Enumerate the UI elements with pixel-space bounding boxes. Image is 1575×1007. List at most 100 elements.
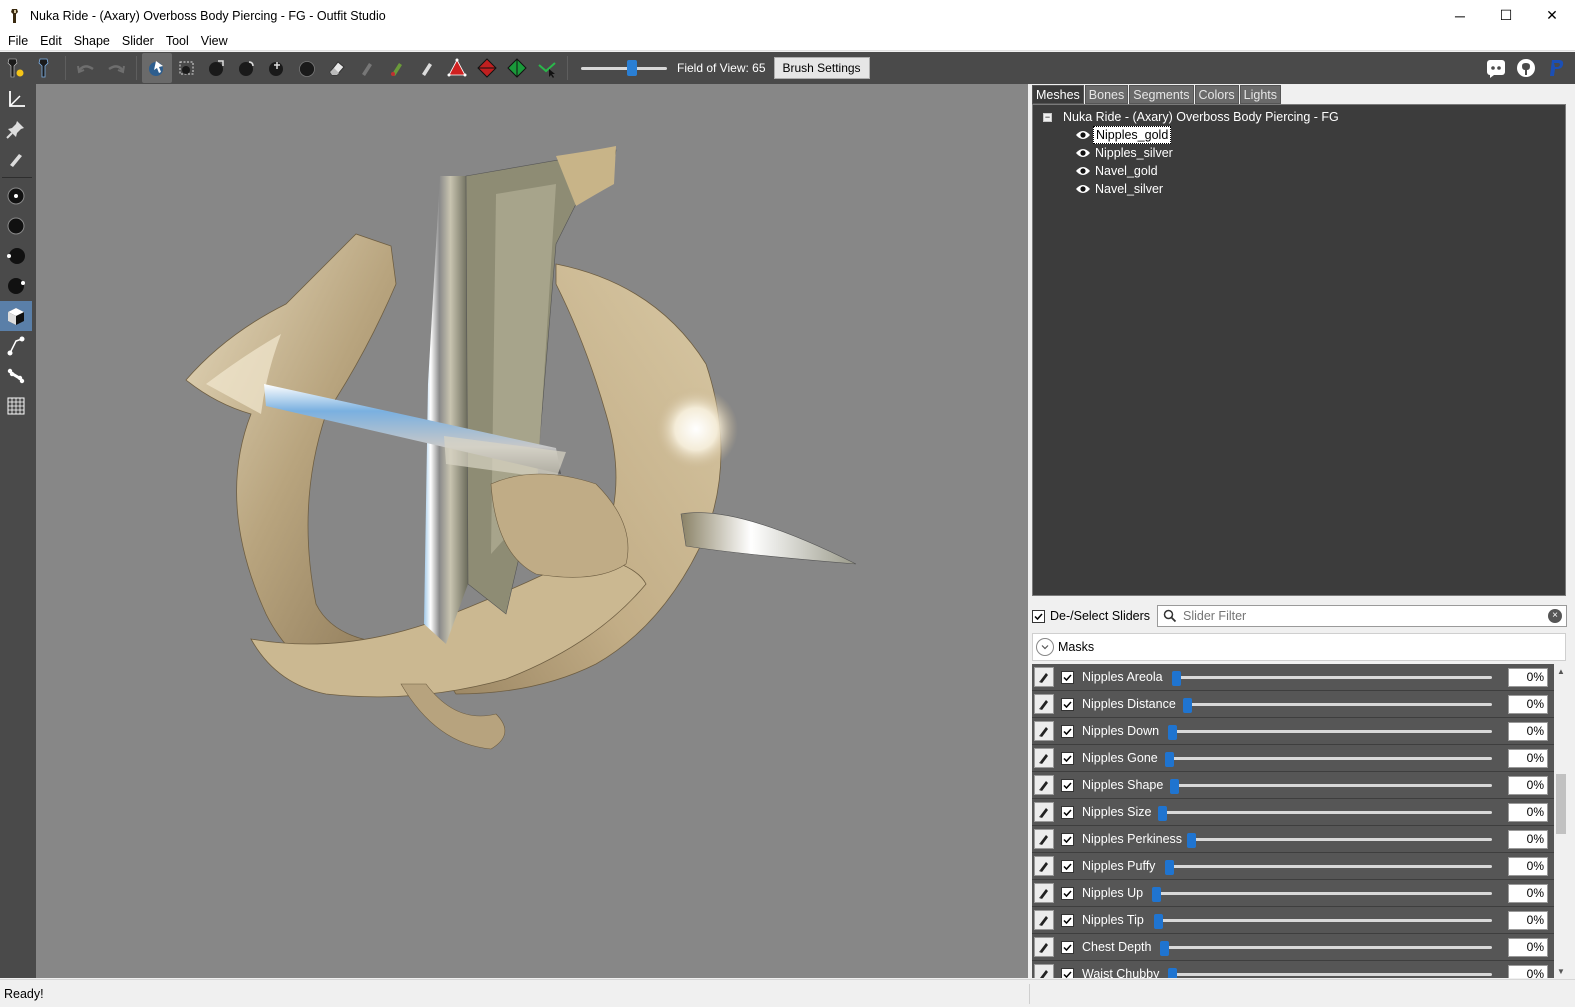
slider-enable-checkbox[interactable]	[1061, 832, 1074, 846]
menu-slider[interactable]: Slider	[116, 31, 160, 51]
flip-edge-button[interactable]	[472, 53, 502, 83]
move-brush-button[interactable]	[262, 53, 292, 83]
slider-value[interactable]: 0%	[1508, 938, 1548, 957]
deselect-sliders-checkbox[interactable]	[1032, 609, 1045, 623]
slider-enable-checkbox[interactable]	[1061, 913, 1074, 927]
tab-colors[interactable]: Colors	[1194, 85, 1239, 104]
slider-track[interactable]	[1165, 757, 1492, 760]
edit-slider-button[interactable]	[1034, 856, 1054, 876]
mask-brush-button[interactable]	[172, 53, 202, 83]
deflate-brush-button[interactable]	[232, 53, 262, 83]
visibility-eye-icon[interactable]	[1075, 183, 1091, 195]
slider-value[interactable]: 0%	[1508, 695, 1548, 714]
clear-filter-icon[interactable]: ×	[1548, 609, 1562, 623]
paypal-button[interactable]	[1541, 53, 1571, 83]
mesh-item-navel-silver[interactable]: Navel_silver	[1075, 180, 1165, 198]
scroll-up-arrow-icon[interactable]: ▲	[1554, 664, 1568, 678]
tab-segments[interactable]: Segments	[1129, 85, 1194, 104]
slider-thumb[interactable]	[1165, 752, 1174, 767]
smooth-brush-button[interactable]	[292, 53, 322, 83]
edit-slider-button[interactable]	[1034, 829, 1054, 849]
edit-slider-button[interactable]	[1034, 775, 1054, 795]
edit-slider-button[interactable]	[1034, 667, 1054, 687]
slider-thumb[interactable]	[1187, 833, 1196, 848]
minimize-button[interactable]: ─	[1437, 0, 1483, 31]
pivot-tool-button[interactable]	[0, 114, 32, 144]
3d-viewport[interactable]	[36, 84, 1028, 978]
edit-slider-button[interactable]	[1034, 937, 1054, 957]
slider-filter-input[interactable]	[1183, 609, 1533, 623]
github-button[interactable]	[1511, 53, 1541, 83]
select-tool-button[interactable]	[142, 53, 172, 83]
slider-enable-checkbox[interactable]	[1061, 940, 1074, 954]
tab-bones[interactable]: Bones	[1084, 85, 1129, 104]
new-project-button[interactable]	[0, 53, 30, 83]
visibility-eye-icon[interactable]	[1075, 165, 1091, 177]
slider-enable-checkbox[interactable]	[1061, 967, 1074, 978]
slider-enable-checkbox[interactable]	[1061, 805, 1074, 819]
color-brush-button[interactable]	[382, 53, 412, 83]
mesh-tree-root[interactable]: − Nuka Ride - (Axary) Overboss Body Pier…	[1043, 108, 1339, 126]
edit-slider-button[interactable]	[1034, 721, 1054, 741]
slider-track[interactable]	[1152, 892, 1492, 895]
slider-value[interactable]: 0%	[1508, 965, 1548, 978]
slider-thumb[interactable]	[1154, 914, 1163, 929]
slider-list-scrollbar[interactable]: ▲ ▼	[1554, 664, 1568, 978]
slider-track[interactable]	[1168, 730, 1492, 733]
edit-slider-button[interactable]	[1034, 694, 1054, 714]
edit-slider-button[interactable]	[1034, 910, 1054, 930]
menu-shape[interactable]: Shape	[68, 31, 116, 51]
edit-slider-button[interactable]	[1034, 964, 1054, 978]
slider-enable-checkbox[interactable]	[1061, 697, 1074, 711]
visibility-eye-icon[interactable]	[1075, 147, 1091, 159]
weight-brush-button[interactable]	[352, 53, 382, 83]
mesh-item-nipples-silver[interactable]: Nipples_silver	[1075, 144, 1175, 162]
menu-file[interactable]: File	[2, 31, 34, 51]
slider-value[interactable]: 0%	[1508, 857, 1548, 876]
slider-value[interactable]: 0%	[1508, 911, 1548, 930]
mesh-item-navel-gold[interactable]: Navel_gold	[1075, 162, 1160, 180]
menu-view[interactable]: View	[195, 31, 234, 51]
mesh-item-nipples-gold[interactable]: Nipples_gold	[1075, 126, 1172, 144]
slider-enable-checkbox[interactable]	[1061, 724, 1074, 738]
fov-slider-thumb[interactable]	[627, 60, 637, 76]
bone-weights-button[interactable]	[0, 331, 32, 361]
slider-thumb[interactable]	[1172, 671, 1181, 686]
slider-track[interactable]	[1183, 703, 1492, 706]
texture-toggle-button[interactable]	[0, 301, 32, 331]
discord-button[interactable]	[1481, 53, 1511, 83]
redo-button[interactable]	[101, 53, 131, 83]
slider-thumb[interactable]	[1152, 887, 1161, 902]
masks-group-header[interactable]: Masks	[1032, 633, 1566, 661]
slider-track[interactable]	[1187, 838, 1492, 841]
slider-value[interactable]: 0%	[1508, 803, 1548, 822]
show-vertices-button[interactable]	[0, 181, 32, 211]
edit-slider-button[interactable]	[1034, 748, 1054, 768]
lighting-button[interactable]	[0, 271, 32, 301]
tab-lights[interactable]: Lights	[1239, 85, 1281, 104]
slider-thumb[interactable]	[1168, 968, 1177, 978]
edit-slider-button[interactable]	[1034, 883, 1054, 903]
erase-brush-button[interactable]	[322, 53, 352, 83]
menu-edit[interactable]: Edit	[34, 31, 68, 51]
grid-button[interactable]	[0, 391, 32, 421]
collapse-vertex-button[interactable]	[442, 53, 472, 83]
slider-value[interactable]: 0%	[1508, 722, 1548, 741]
slider-thumb[interactable]	[1158, 806, 1167, 821]
slider-enable-checkbox[interactable]	[1061, 751, 1074, 765]
chevron-down-icon[interactable]	[1036, 638, 1054, 656]
field-of-view-slider[interactable]	[581, 58, 667, 78]
move-vertex-button[interactable]	[532, 53, 562, 83]
solid-shading-button[interactable]	[0, 211, 32, 241]
slider-value[interactable]: 0%	[1508, 830, 1548, 849]
slider-track[interactable]	[1168, 973, 1492, 976]
slider-value[interactable]: 0%	[1508, 668, 1548, 687]
tab-meshes[interactable]: Meshes	[1032, 85, 1084, 104]
transform-tool-button[interactable]	[0, 84, 32, 114]
slider-enable-checkbox[interactable]	[1061, 886, 1074, 900]
bones-button[interactable]	[0, 361, 32, 391]
slider-track[interactable]	[1170, 784, 1492, 787]
slider-thumb[interactable]	[1165, 860, 1174, 875]
close-button[interactable]: ✕	[1529, 0, 1575, 31]
slider-enable-checkbox[interactable]	[1061, 670, 1074, 684]
